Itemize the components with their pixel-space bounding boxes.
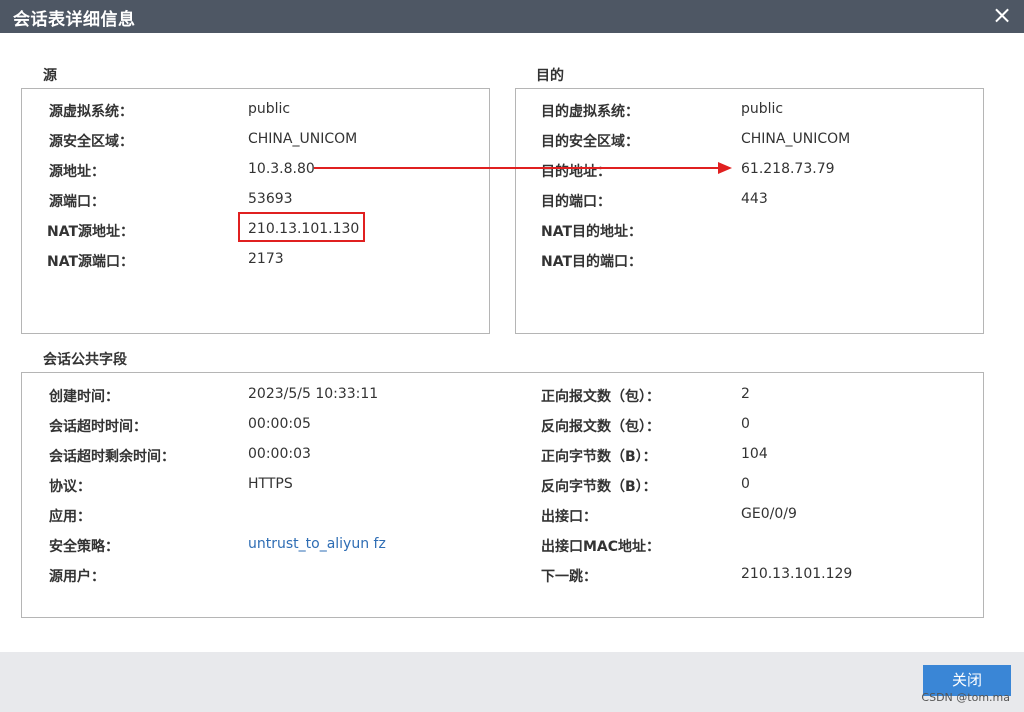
reverse-packets-label: 反向报文数（包）： xyxy=(541,419,660,435)
reverse-bytes-label: 反向字节数（B）： xyxy=(541,479,657,495)
destination-heading: 目的 xyxy=(536,68,564,84)
dialog-footer xyxy=(0,652,1024,712)
remaining-time-label: 会话超时剩余时间： xyxy=(49,449,175,465)
source-port-label: 源端口： xyxy=(49,194,105,210)
source-heading: 源 xyxy=(43,68,57,84)
forward-bytes-label: 正向字节数（B）： xyxy=(541,449,657,465)
session-timeout-label: 会话超时时间： xyxy=(49,419,147,435)
destination-port-label: 目的端口： xyxy=(541,194,611,210)
protocol-value: HTTPS xyxy=(248,476,293,492)
nat-source-address-label: NAT源地址： xyxy=(47,224,135,240)
source-vsys-label: 源虚拟系统： xyxy=(49,104,133,120)
destination-panel xyxy=(515,88,984,334)
create-time-value: 2023/5/5 10:33:11 xyxy=(248,386,379,402)
destination-vsys-value: public xyxy=(741,101,784,117)
dialog-titlebar: 会话表详细信息 × xyxy=(0,0,1024,33)
security-policy-link[interactable]: untrust_to_aliyun fz xyxy=(248,536,386,552)
forward-packets-value: 2 xyxy=(741,386,750,402)
out-interface-label: 出接口： xyxy=(541,509,597,525)
next-hop-label: 下一跳： xyxy=(541,569,597,585)
session-timeout-value: 00:00:05 xyxy=(248,416,311,432)
source-address-value: 10.3.8.80 xyxy=(248,161,315,177)
application-label: 应用： xyxy=(49,509,91,525)
forward-packets-label: 正向报文数（包）： xyxy=(541,389,660,405)
nat-source-port-value: 2173 xyxy=(248,251,284,267)
destination-zone-value: CHINA_UNICOM xyxy=(741,131,851,147)
dialog-title: 会话表详细信息 xyxy=(13,10,136,30)
nat-destination-address-label: NAT目的地址： xyxy=(541,224,643,240)
source-panel xyxy=(21,88,490,334)
out-interface-mac-label: 出接口MAC地址： xyxy=(541,539,661,555)
nat-address-highlight-box xyxy=(238,212,365,242)
next-hop-value: 210.13.101.129 xyxy=(741,566,853,582)
source-user-label: 源用户： xyxy=(49,569,105,585)
destination-zone-label: 目的安全区域： xyxy=(541,134,639,150)
nat-destination-port-label: NAT目的端口： xyxy=(541,254,643,270)
source-address-label: 源地址： xyxy=(49,164,105,180)
common-heading: 会话公共字段 xyxy=(43,352,127,368)
reverse-packets-value: 0 xyxy=(741,416,750,432)
forward-bytes-value: 104 xyxy=(741,446,768,462)
reverse-bytes-value: 0 xyxy=(741,476,750,492)
close-icon[interactable]: × xyxy=(988,2,1016,30)
destination-address-label: 目的地址： xyxy=(541,164,611,180)
remaining-time-value: 00:00:03 xyxy=(248,446,311,462)
source-vsys-value: public xyxy=(248,101,291,117)
out-interface-value: GE0/0/9 xyxy=(741,506,797,522)
destination-address-value: 61.218.73.79 xyxy=(741,161,835,177)
nat-source-port-label: NAT源端口： xyxy=(47,254,135,270)
security-policy-label: 安全策略： xyxy=(49,539,119,555)
create-time-label: 创建时间： xyxy=(49,389,119,405)
source-zone-label: 源安全区域： xyxy=(49,134,133,150)
destination-port-value: 443 xyxy=(741,191,768,207)
source-port-value: 53693 xyxy=(248,191,293,207)
source-zone-value: CHINA_UNICOM xyxy=(248,131,358,147)
destination-vsys-label: 目的虚拟系统： xyxy=(541,104,639,120)
watermark: CSDN @tom.ma xyxy=(921,691,1010,704)
protocol-label: 协议： xyxy=(49,479,91,495)
